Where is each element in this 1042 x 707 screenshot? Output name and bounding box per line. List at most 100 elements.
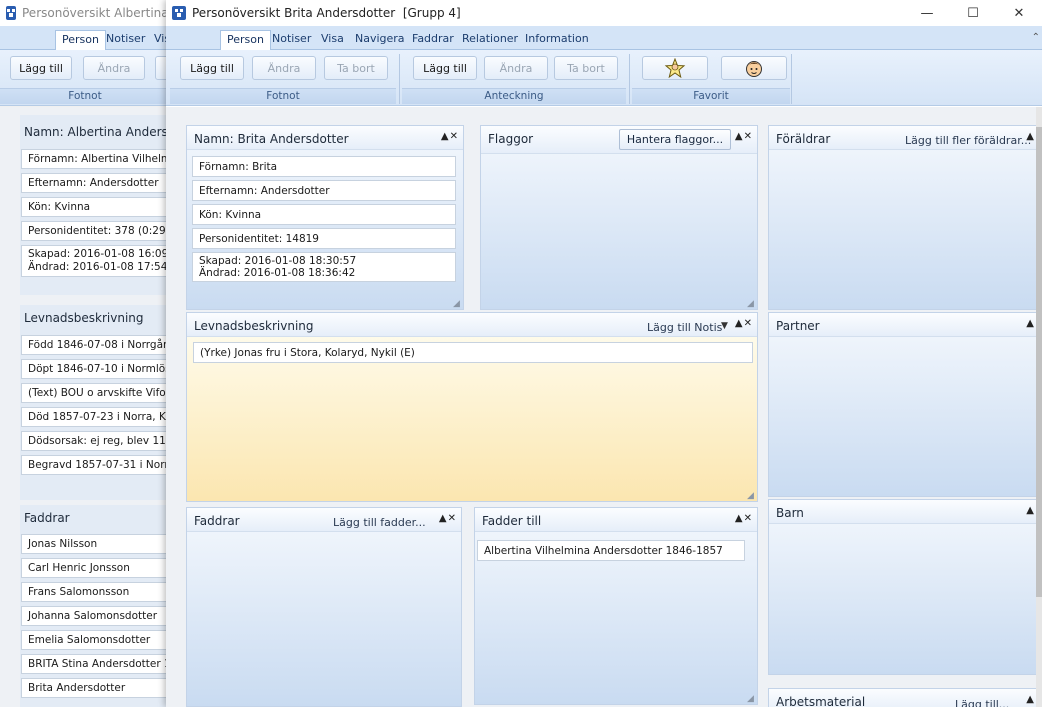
back-life-item[interactable]: Född 1846-07-08 i Norrgården — [21, 335, 169, 355]
back-godparent-item[interactable]: Emelia Salomonsdotter — [21, 630, 169, 650]
tab-navigera[interactable]: Navigera — [349, 30, 411, 50]
app-icon — [6, 6, 16, 20]
favorite-star-button[interactable] — [642, 56, 708, 80]
first-name-field[interactable]: Förnamn: Brita — [192, 156, 456, 177]
resize-grip-icon[interactable]: ◢ — [747, 491, 755, 501]
footnote-group-label: Fotnot — [170, 88, 396, 104]
life-panel-title: Levnadsbeskrivning — [194, 319, 314, 333]
last-name-field[interactable]: Efternamn: Andersdotter — [192, 180, 456, 201]
back-godparent-item[interactable]: Carl Henric Jonsson — [21, 558, 169, 578]
back-window: Personöversikt Albertina Vilhelmina Ande… — [0, 0, 170, 707]
panel-collapse-icon[interactable]: ▲ — [1026, 694, 1035, 705]
created-modified-field[interactable]: Skapad: 2016-01-08 18:30:57 Ändrad: 2016… — [192, 252, 456, 282]
minimize-icon[interactable]: — — [904, 0, 950, 26]
back-godparent-item[interactable]: Frans Salomonsson — [21, 582, 169, 602]
back-add-footnote-button[interactable]: Lägg till — [10, 56, 72, 80]
panel-collapse-close-icon[interactable]: ▲✕ — [735, 513, 753, 524]
panel-collapse-close-icon[interactable]: ▲✕ — [441, 131, 459, 142]
back-godparent-item[interactable]: Johanna Salomonsdotter — [21, 606, 169, 626]
add-work-material-link[interactable]: Lägg till... — [955, 698, 1009, 707]
add-parents-link[interactable]: Lägg till fler föräldrar... — [905, 134, 1031, 147]
back-life-item[interactable]: Döpt 1846-07-10 i Normlösa (E — [21, 359, 169, 379]
star-person-icon — [664, 58, 686, 78]
ribbon: Lägg till Ändra Ta bort Fotnot Lägg till… — [166, 50, 1042, 106]
back-life-item[interactable]: (Text) BOU o arvskifte Vifolka — [21, 383, 169, 403]
back-content: Namn: Albertina Andersdotter Förnamn: Al… — [0, 107, 170, 707]
ribbon-collapse-icon[interactable]: ⌃ — [1032, 32, 1040, 43]
back-life-item[interactable]: Begravd 1857-07-31 i Normlösa — [21, 455, 169, 475]
back-life-item[interactable]: Död 1857-07-23 i Norra, Karleb — [21, 407, 169, 427]
favorite-person-button[interactable] — [721, 56, 787, 80]
remove-note-button[interactable]: Ta bort — [554, 56, 618, 80]
godparent-of-panel: Fadder till ▲✕ Albertina Vilhelmina Ande… — [474, 507, 758, 705]
back-last-name-field[interactable]: Efternamn: Andersdotter — [21, 173, 169, 193]
front-window-titlebar[interactable]: Personöversikt Brita Andersdotter [Grupp… — [166, 0, 1042, 26]
back-godparents-panel-title: Faddrar — [24, 511, 70, 525]
godparent-of-item[interactable]: Albertina Vilhelmina Andersdotter 1846-1… — [477, 540, 745, 561]
manage-flags-button[interactable]: Hantera flaggor... — [619, 129, 731, 150]
flags-panel-title: Flaggor — [488, 132, 534, 146]
favorite-group-label: Favorit — [632, 88, 790, 104]
gender-field[interactable]: Kön: Kvinna — [192, 204, 456, 225]
work-material-panel-title: Arbetsmaterial — [776, 695, 866, 707]
back-ribbon: Lägg till Ändra Fotnot — [0, 50, 170, 106]
tab-relationer[interactable]: Relationer — [456, 30, 524, 50]
tab-faddrar[interactable]: Faddrar — [406, 30, 460, 50]
back-name-panel-title: Namn: Albertina Andersdotter — [24, 125, 170, 139]
back-footnote-group-label: Fotnot — [0, 88, 170, 104]
add-godparent-link[interactable]: Lägg till fadder... — [333, 516, 426, 529]
panel-collapse-close-icon[interactable]: ▲✕ — [735, 131, 753, 142]
back-created-text: Skapad: 2016-01-08 16:09:00 — [28, 248, 169, 260]
edit-footnote-button[interactable]: Ändra — [252, 56, 316, 80]
back-edit-footnote-button[interactable]: Ändra — [83, 56, 145, 80]
panel-collapse-icon[interactable]: ▲ — [1026, 318, 1035, 329]
remove-footnote-button[interactable]: Ta bort — [324, 56, 388, 80]
chevron-down-icon[interactable]: ▼ — [721, 321, 728, 331]
person-id-field[interactable]: Personidentitet: 14819 — [192, 228, 456, 249]
add-note-link[interactable]: Lägg till Notis — [647, 321, 722, 334]
life-event-item[interactable]: (Yrke) Jonas fru i Stora, Kolaryd, Nykil… — [193, 342, 753, 363]
back-tab-person[interactable]: Person — [55, 30, 106, 51]
add-footnote-button[interactable]: Lägg till — [180, 56, 244, 80]
note-group-label: Anteckning — [402, 88, 626, 104]
back-godparent-item[interactable]: Brita Andersdotter — [21, 678, 169, 698]
panel-collapse-close-icon[interactable]: ▲✕ — [439, 513, 457, 524]
life-description-panel: Levnadsbeskrivning Lägg till Notis ▼ ▲✕ … — [186, 312, 758, 502]
tab-person[interactable]: Person — [220, 30, 271, 51]
back-life-item[interactable]: Dödsorsak: ej reg, blev 11 år 1 — [21, 431, 169, 451]
add-note-button[interactable]: Lägg till — [413, 56, 477, 80]
tab-visa[interactable]: Visa — [315, 30, 350, 50]
back-godparent-item[interactable]: Jonas Nilsson — [21, 534, 169, 554]
close-icon[interactable]: ✕ — [996, 0, 1042, 26]
back-created-field[interactable]: Skapad: 2016-01-08 16:09:00 Ändrad: 2016… — [21, 245, 169, 277]
maximize-icon[interactable]: ☐ — [950, 0, 996, 26]
vertical-scrollbar[interactable] — [1036, 107, 1042, 707]
parents-panel: Föräldrar Lägg till fler föräldrar... ▲ — [768, 125, 1040, 310]
children-panel-header: Barn ▲ — [769, 500, 1039, 524]
godparent-of-panel-header: Fadder till ▲✕ — [475, 508, 757, 532]
scrollbar-thumb[interactable] — [1036, 127, 1042, 597]
tab-notiser[interactable]: Notiser — [266, 30, 317, 50]
tab-information[interactable]: Information — [519, 30, 595, 50]
panel-collapse-icon[interactable]: ▲ — [1026, 505, 1035, 516]
back-tab-notiser[interactable]: Notiser — [100, 30, 151, 50]
panel-collapse-close-icon[interactable]: ▲✕ — [735, 318, 753, 329]
resize-grip-icon[interactable]: ◢ — [747, 299, 755, 309]
back-godparent-item[interactable]: BRITA Stina Andersdotter 1789 — [21, 654, 169, 674]
children-panel: Barn ▲ — [768, 499, 1040, 675]
back-window-titlebar[interactable]: Personöversikt Albertina Vilhelmina Ande… — [0, 0, 170, 26]
back-person-id-field[interactable]: Personidentitet: 378 (0:298) — [21, 221, 169, 241]
resize-grip-icon[interactable]: ◢ — [453, 299, 461, 309]
back-first-name-field[interactable]: Förnamn: Albertina Vilhelmina — [21, 149, 169, 169]
name-panel-header: Namn: Brita Andersdotter ▲✕ — [187, 126, 463, 150]
parents-panel-header: Föräldrar Lägg till fler föräldrar... ▲ — [769, 126, 1039, 150]
partner-panel-title: Partner — [776, 319, 820, 333]
godparents-panel: Faddrar Lägg till fadder... ▲✕ — [186, 507, 462, 707]
ribbon-tabs: Person Notiser Visa Navigera Faddrar Rel… — [166, 26, 1042, 51]
panel-collapse-icon[interactable]: ▲ — [1026, 131, 1035, 142]
godparents-panel-header: Faddrar Lägg till fadder... ▲✕ — [187, 508, 461, 532]
back-tabs: Person Notiser Visa — [0, 26, 170, 51]
back-gender-field[interactable]: Kön: Kvinna — [21, 197, 169, 217]
resize-grip-icon[interactable]: ◢ — [747, 694, 755, 704]
edit-note-button[interactable]: Ändra — [484, 56, 548, 80]
